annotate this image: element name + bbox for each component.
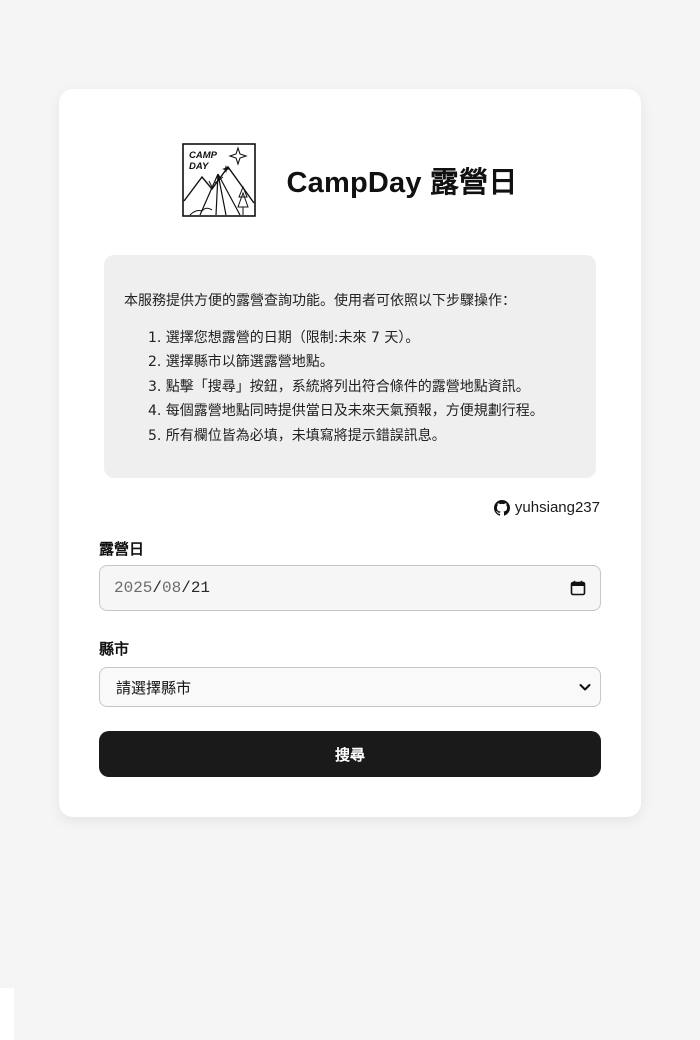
camp-date-input[interactable]: 2025/08/21: [99, 565, 601, 611]
svg-text:DAY: DAY: [189, 161, 210, 172]
city-select[interactable]: 請選擇縣市: [99, 667, 601, 707]
app-title: CampDay 露營日: [286, 167, 518, 199]
city-field-label: 縣市: [99, 640, 130, 658]
calendar-icon[interactable]: [570, 580, 586, 596]
search-button[interactable]: 搜尋: [99, 731, 601, 777]
instructions-intro: 本服務提供方便的露營查詢功能。使用者可依照以下步驟操作：: [124, 293, 516, 309]
instruction-step: 4. 每個露營地點同時提供當日及未來天氣預報，方便規劃行程。: [148, 403, 544, 419]
instruction-step: 1. 選擇您想露營的日期（限制:未來 7 天）。: [148, 329, 420, 346]
app-header: CAMP DAY CampDay 露營日: [59, 143, 641, 217]
date-year: 2025: [114, 579, 153, 597]
date-month: 08: [162, 579, 182, 597]
instruction-step: 3. 點擊「搜尋」按鈕，系統將列出符合條件的露營地點資訊。: [148, 378, 530, 395]
city-select-value: 請選擇縣市: [116, 678, 192, 697]
instruction-step: 5. 所有欄位皆為必填，未填寫將提示錯誤訊息。: [148, 427, 446, 444]
date-day: 21: [190, 579, 211, 597]
date-field-label: 露營日: [99, 540, 145, 558]
instructions-steps: 1. 選擇您想露營的日期（限制:未來 7 天）。 2. 選擇縣市以篩選露營地點。…: [124, 326, 576, 449]
github-link[interactable]: yuhsiang237: [493, 499, 600, 516]
campday-logo-icon: CAMP DAY: [182, 143, 257, 217]
github-username: yuhsiang237: [514, 499, 600, 516]
svg-text:CAMP: CAMP: [189, 150, 218, 161]
instruction-step: 2. 選擇縣市以篩選露營地點。: [148, 354, 334, 370]
instructions-panel: 本服務提供方便的露營查詢功能。使用者可依照以下步驟操作： 1. 選擇您想露營的日…: [104, 255, 596, 478]
date-separator: /: [181, 579, 191, 597]
github-icon: [493, 499, 510, 516]
date-separator: /: [152, 579, 163, 597]
chevron-down-icon: [579, 684, 591, 691]
main-card: CAMP DAY CampDay 露營日 本服務提供方便的露營查詢功能。使用者可…: [59, 89, 641, 817]
page-edge-strip: [0, 988, 14, 1040]
date-value: 2025/08/21: [114, 579, 570, 597]
